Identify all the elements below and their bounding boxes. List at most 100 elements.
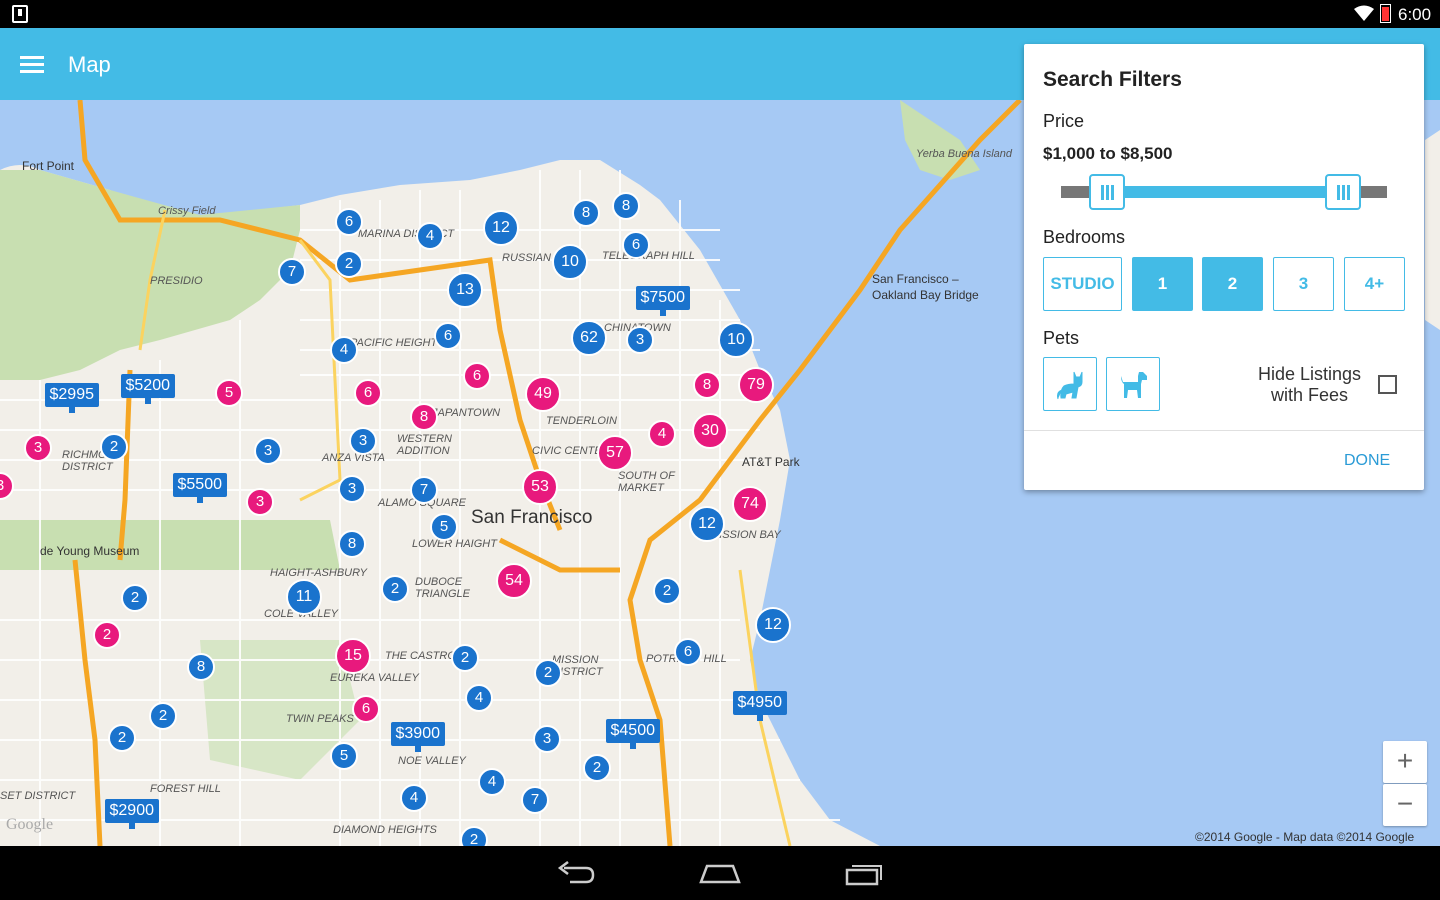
cluster-marker[interactable]: 79 [738, 367, 774, 403]
price-marker[interactable]: $2995 [44, 383, 99, 413]
cluster-marker[interactable]: 3 [246, 488, 274, 516]
bedroom-studio-button[interactable]: STUDIO [1043, 257, 1122, 311]
cluster-marker[interactable]: 6 [354, 379, 382, 407]
cluster-marker[interactable]: 4 [400, 784, 428, 812]
cluster-marker[interactable]: 8 [410, 403, 438, 431]
cluster-marker[interactable]: 2 [460, 826, 488, 846]
bedroom-2-button[interactable]: 2 [1202, 257, 1263, 311]
cluster-marker[interactable]: 11 [286, 579, 322, 615]
cluster-marker[interactable]: 7 [410, 476, 438, 504]
cluster-marker[interactable]: 54 [496, 563, 532, 599]
cluster-marker[interactable]: 5 [430, 513, 458, 541]
cluster-marker[interactable]: 4 [416, 222, 444, 250]
cluster-marker[interactable]: 6 [434, 322, 462, 350]
cluster-marker[interactable]: 6 [335, 208, 363, 236]
hide-fees-checkbox[interactable] [1378, 375, 1397, 394]
cluster-marker[interactable]: 4 [330, 336, 358, 364]
map-label-telegraph-hill: TELEGRAPH HILL [602, 250, 695, 262]
bedroom-3-button[interactable]: 3 [1273, 257, 1334, 311]
cluster-marker[interactable]: 12 [689, 506, 725, 542]
battery-icon [1380, 4, 1391, 23]
price-marker[interactable]: $4500 [605, 719, 660, 749]
cluster-marker[interactable]: 53 [522, 469, 558, 505]
cluster-marker[interactable]: 3 [254, 437, 282, 465]
bedroom-1-button[interactable]: 1 [1132, 257, 1193, 311]
cluster-marker[interactable]: 2 [583, 754, 611, 782]
price-slider-fill [1106, 186, 1342, 198]
cluster-marker[interactable]: 10 [552, 244, 588, 280]
cluster-marker[interactable]: 12 [483, 210, 519, 246]
price-marker[interactable]: $4950 [732, 691, 787, 721]
cluster-marker[interactable]: 6 [622, 231, 650, 259]
price-marker[interactable]: $3900 [390, 722, 445, 752]
cluster-marker[interactable]: 4 [465, 684, 493, 712]
zoom-out-button[interactable]: − [1383, 784, 1427, 826]
cluster-marker[interactable]: 2 [108, 724, 136, 752]
cat-toggle[interactable] [1043, 357, 1097, 411]
cluster-marker[interactable]: 6 [463, 362, 491, 390]
price-marker[interactable]: $5500 [172, 473, 227, 503]
cluster-marker[interactable]: 8 [693, 371, 721, 399]
cluster-marker[interactable]: 8 [572, 199, 600, 227]
cluster-marker[interactable]: 74 [732, 486, 768, 522]
map-label-bay-bridge-2: Oakland Bay Bridge [872, 288, 979, 302]
cluster-marker[interactable]: 7 [521, 786, 549, 814]
system-nav-bar [0, 846, 1440, 900]
cluster-marker[interactable]: 49 [525, 376, 561, 412]
back-icon[interactable] [556, 860, 596, 886]
cluster-marker[interactable]: 5 [215, 379, 243, 407]
map-label-att-park: AT&T Park [742, 455, 800, 469]
page-title: Map [68, 52, 111, 77]
map-label-noe-valley: NOE VALLEY [398, 755, 466, 767]
cluster-marker[interactable]: 30 [692, 413, 728, 449]
map-label-sunset: SET DISTRICT [0, 790, 76, 802]
map-label-anza-vista: ANZA VISTA [322, 452, 385, 464]
cluster-marker[interactable]: 2 [100, 433, 128, 461]
cluster-marker[interactable]: 6 [352, 695, 380, 723]
bedroom-4plus-button[interactable]: 4+ [1344, 257, 1405, 311]
cluster-marker[interactable]: 3 [338, 475, 366, 503]
map-label-castro: THE CASTRO [385, 650, 456, 662]
cluster-marker[interactable]: 2 [149, 702, 177, 730]
cluster-marker[interactable]: 3 [533, 725, 561, 753]
cluster-marker[interactable]: 13 [447, 272, 483, 308]
cluster-marker[interactable]: 4 [478, 768, 506, 796]
cluster-marker[interactable]: 2 [381, 575, 409, 603]
cluster-marker[interactable]: 8 [338, 530, 366, 558]
price-min-handle[interactable] [1089, 174, 1125, 210]
cluster-marker[interactable]: 3 [24, 434, 52, 462]
cluster-marker[interactable]: 15 [335, 638, 371, 674]
dog-toggle[interactable] [1106, 357, 1160, 411]
cluster-marker[interactable]: 2 [93, 621, 121, 649]
cluster-marker[interactable]: 2 [534, 659, 562, 687]
done-button[interactable]: DONE [1344, 452, 1390, 470]
home-icon[interactable] [699, 860, 741, 886]
map-label-crissy-field: Crissy Field [158, 205, 216, 217]
cluster-marker[interactable]: 8 [187, 653, 215, 681]
price-marker[interactable]: $2900 [104, 799, 159, 829]
cluster-marker[interactable]: 5 [330, 742, 358, 770]
cluster-marker[interactable]: 62 [571, 320, 607, 356]
recents-icon[interactable] [845, 860, 885, 886]
search-filters-panel: Search Filters Price $1,000 to $8,500 Be… [1024, 44, 1424, 490]
menu-icon[interactable] [20, 56, 44, 74]
cluster-marker[interactable]: 2 [653, 577, 681, 605]
bedrooms-label: Bedrooms [1043, 227, 1126, 247]
price-max-handle[interactable] [1325, 174, 1361, 210]
price-marker[interactable]: $7500 [635, 286, 690, 316]
cluster-marker[interactable]: 4 [648, 420, 676, 448]
cluster-marker[interactable]: 2 [335, 250, 363, 278]
price-marker[interactable]: $5200 [120, 374, 175, 404]
cluster-marker[interactable]: 10 [718, 322, 754, 358]
cluster-marker[interactable]: 2 [121, 584, 149, 612]
cluster-marker[interactable]: 8 [612, 192, 640, 220]
cluster-marker[interactable]: 7 [278, 258, 306, 286]
cluster-marker[interactable]: 3 [349, 427, 377, 455]
cluster-marker[interactable]: 12 [755, 607, 791, 643]
map-label-eureka: EUREKA VALLEY [330, 672, 419, 684]
cluster-marker[interactable]: 6 [674, 638, 702, 666]
zoom-in-button[interactable]: + [1383, 741, 1427, 783]
cluster-marker[interactable]: 3 [626, 326, 654, 354]
cluster-marker[interactable]: 2 [451, 644, 479, 672]
cluster-marker[interactable]: 57 [597, 435, 633, 471]
